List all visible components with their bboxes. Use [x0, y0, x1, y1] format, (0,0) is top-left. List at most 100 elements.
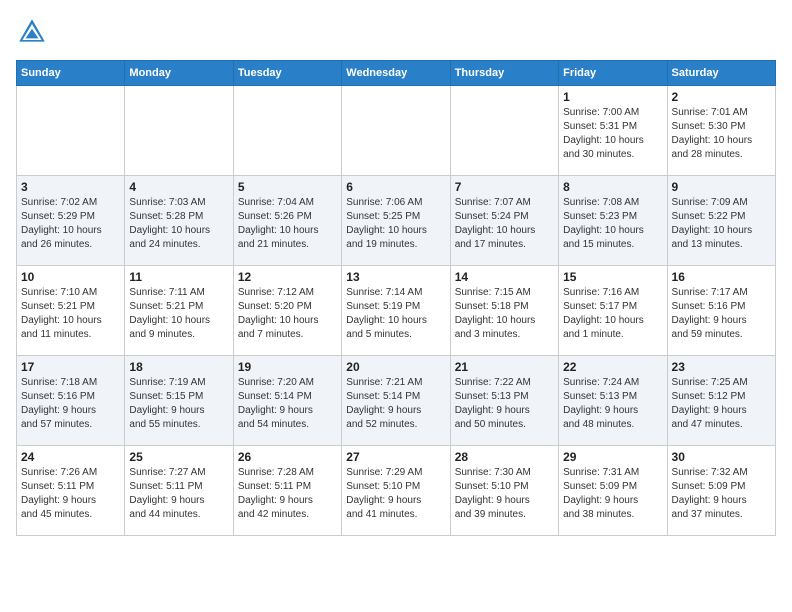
day-number: 5: [238, 180, 337, 194]
day-number: 8: [563, 180, 662, 194]
logo-icon: [16, 16, 48, 48]
day-info: Sunrise: 7:18 AM Sunset: 5:16 PM Dayligh…: [21, 376, 120, 432]
logo: [16, 16, 52, 48]
day-info: Sunrise: 7:04 AM Sunset: 5:26 PM Dayligh…: [238, 196, 337, 252]
day-info: Sunrise: 7:08 AM Sunset: 5:23 PM Dayligh…: [563, 196, 662, 252]
calendar-cell: 15 Sunrise: 7:16 AM Sunset: 5:17 PM Dayli…: [559, 266, 667, 356]
day-of-week-header: Wednesday: [342, 61, 450, 86]
day-of-week-header: Tuesday: [233, 61, 341, 86]
calendar-cell: 9 Sunrise: 7:09 AM Sunset: 5:22 PM Daylig…: [667, 176, 775, 266]
day-number: 19: [238, 360, 337, 374]
calendar-cell: 3 Sunrise: 7:02 AM Sunset: 5:29 PM Daylig…: [17, 176, 125, 266]
day-info: Sunrise: 7:06 AM Sunset: 5:25 PM Dayligh…: [346, 196, 445, 252]
day-of-week-header: Friday: [559, 61, 667, 86]
day-info: Sunrise: 7:27 AM Sunset: 5:11 PM Dayligh…: [129, 466, 228, 522]
calendar-cell: 27 Sunrise: 7:29 AM Sunset: 5:10 PM Dayli…: [342, 446, 450, 536]
day-info: Sunrise: 7:31 AM Sunset: 5:09 PM Dayligh…: [563, 466, 662, 522]
day-info: Sunrise: 7:02 AM Sunset: 5:29 PM Dayligh…: [21, 196, 120, 252]
day-info: Sunrise: 7:03 AM Sunset: 5:28 PM Dayligh…: [129, 196, 228, 252]
day-number: 7: [455, 180, 554, 194]
calendar-cell: 17 Sunrise: 7:18 AM Sunset: 5:16 PM Dayli…: [17, 356, 125, 446]
day-info: Sunrise: 7:22 AM Sunset: 5:13 PM Dayligh…: [455, 376, 554, 432]
day-number: 9: [672, 180, 771, 194]
day-info: Sunrise: 7:10 AM Sunset: 5:21 PM Dayligh…: [21, 286, 120, 342]
day-info: Sunrise: 7:07 AM Sunset: 5:24 PM Dayligh…: [455, 196, 554, 252]
day-info: Sunrise: 7:16 AM Sunset: 5:17 PM Dayligh…: [563, 286, 662, 342]
calendar-cell: 21 Sunrise: 7:22 AM Sunset: 5:13 PM Dayli…: [450, 356, 558, 446]
page-header: [16, 16, 776, 48]
day-info: Sunrise: 7:09 AM Sunset: 5:22 PM Dayligh…: [672, 196, 771, 252]
day-info: Sunrise: 7:30 AM Sunset: 5:10 PM Dayligh…: [455, 466, 554, 522]
day-info: Sunrise: 7:24 AM Sunset: 5:13 PM Dayligh…: [563, 376, 662, 432]
day-info: Sunrise: 7:26 AM Sunset: 5:11 PM Dayligh…: [21, 466, 120, 522]
calendar-cell: 26 Sunrise: 7:28 AM Sunset: 5:11 PM Dayli…: [233, 446, 341, 536]
day-number: 30: [672, 450, 771, 464]
calendar-cell: 18 Sunrise: 7:19 AM Sunset: 5:15 PM Dayli…: [125, 356, 233, 446]
day-number: 27: [346, 450, 445, 464]
day-number: 11: [129, 270, 228, 284]
calendar-cell: 20 Sunrise: 7:21 AM Sunset: 5:14 PM Dayli…: [342, 356, 450, 446]
day-info: Sunrise: 7:19 AM Sunset: 5:15 PM Dayligh…: [129, 376, 228, 432]
day-of-week-header: Sunday: [17, 61, 125, 86]
day-info: Sunrise: 7:29 AM Sunset: 5:10 PM Dayligh…: [346, 466, 445, 522]
day-number: 12: [238, 270, 337, 284]
calendar-table: SundayMondayTuesdayWednesdayThursdayFrid…: [16, 60, 776, 536]
calendar-cell: 24 Sunrise: 7:26 AM Sunset: 5:11 PM Dayli…: [17, 446, 125, 536]
calendar-cell: 11 Sunrise: 7:11 AM Sunset: 5:21 PM Dayli…: [125, 266, 233, 356]
calendar-cell: 23Sunrise: 7:25 AM Sunset: 5:12 PM Dayli…: [667, 356, 775, 446]
day-info: Sunrise: 7:32 AM Sunset: 5:09 PM Dayligh…: [672, 466, 771, 522]
day-number: 29: [563, 450, 662, 464]
day-number: 15: [563, 270, 662, 284]
calendar-cell: 1 Sunrise: 7:00 AM Sunset: 5:31 PM Daylig…: [559, 86, 667, 176]
calendar-cell: 6 Sunrise: 7:06 AM Sunset: 5:25 PM Daylig…: [342, 176, 450, 266]
day-number: 10: [21, 270, 120, 284]
day-info: Sunrise: 7:11 AM Sunset: 5:21 PM Dayligh…: [129, 286, 228, 342]
calendar-cell: 22 Sunrise: 7:24 AM Sunset: 5:13 PM Dayli…: [559, 356, 667, 446]
calendar-cell: 14 Sunrise: 7:15 AM Sunset: 5:18 PM Dayli…: [450, 266, 558, 356]
day-number: 21: [455, 360, 554, 374]
day-of-week-header: Monday: [125, 61, 233, 86]
day-number: 28: [455, 450, 554, 464]
day-number: 17: [21, 360, 120, 374]
calendar-cell: 19 Sunrise: 7:20 AM Sunset: 5:14 PM Dayli…: [233, 356, 341, 446]
day-number: 26: [238, 450, 337, 464]
calendar-cell: 28 Sunrise: 7:30 AM Sunset: 5:10 PM Dayli…: [450, 446, 558, 536]
day-info: Sunrise: 7:28 AM Sunset: 5:11 PM Dayligh…: [238, 466, 337, 522]
day-number: 13: [346, 270, 445, 284]
calendar-cell: [342, 86, 450, 176]
day-number: 24: [21, 450, 120, 464]
calendar-cell: 2 Sunrise: 7:01 AM Sunset: 5:30 PM Daylig…: [667, 86, 775, 176]
calendar-cell: 8 Sunrise: 7:08 AM Sunset: 5:23 PM Daylig…: [559, 176, 667, 266]
day-number: 14: [455, 270, 554, 284]
day-info: Sunrise: 7:15 AM Sunset: 5:18 PM Dayligh…: [455, 286, 554, 342]
day-info: Sunrise: 7:21 AM Sunset: 5:14 PM Dayligh…: [346, 376, 445, 432]
day-number: 2: [672, 90, 771, 104]
calendar-cell: 5 Sunrise: 7:04 AM Sunset: 5:26 PM Daylig…: [233, 176, 341, 266]
day-info: Sunrise: 7:17 AM Sunset: 5:16 PM Dayligh…: [672, 286, 771, 342]
day-number: 16: [672, 270, 771, 284]
day-info: Sunrise: 7:01 AM Sunset: 5:30 PM Dayligh…: [672, 106, 771, 162]
day-number: 20: [346, 360, 445, 374]
day-number: 6: [346, 180, 445, 194]
day-of-week-header: Thursday: [450, 61, 558, 86]
calendar-cell: 25 Sunrise: 7:27 AM Sunset: 5:11 PM Dayli…: [125, 446, 233, 536]
calendar-cell: 10 Sunrise: 7:10 AM Sunset: 5:21 PM Dayli…: [17, 266, 125, 356]
calendar-cell: 30 Sunrise: 7:32 AM Sunset: 5:09 PM Dayli…: [667, 446, 775, 536]
calendar-header: SundayMondayTuesdayWednesdayThursdayFrid…: [17, 61, 776, 86]
calendar-cell: 12Sunrise: 7:12 AM Sunset: 5:20 PM Dayli…: [233, 266, 341, 356]
day-number: 18: [129, 360, 228, 374]
calendar-cell: 4Sunrise: 7:03 AM Sunset: 5:28 PM Daylig…: [125, 176, 233, 266]
day-info: Sunrise: 7:25 AM Sunset: 5:12 PM Dayligh…: [672, 376, 771, 432]
calendar-cell: 29 Sunrise: 7:31 AM Sunset: 5:09 PM Dayli…: [559, 446, 667, 536]
day-number: 1: [563, 90, 662, 104]
calendar-cell: [17, 86, 125, 176]
day-number: 3: [21, 180, 120, 194]
day-info: Sunrise: 7:00 AM Sunset: 5:31 PM Dayligh…: [563, 106, 662, 162]
day-info: Sunrise: 7:20 AM Sunset: 5:14 PM Dayligh…: [238, 376, 337, 432]
calendar-cell: [450, 86, 558, 176]
calendar-cell: [233, 86, 341, 176]
day-number: 22: [563, 360, 662, 374]
day-number: 25: [129, 450, 228, 464]
calendar-cell: 16 Sunrise: 7:17 AM Sunset: 5:16 PM Dayli…: [667, 266, 775, 356]
calendar-cell: 13Sunrise: 7:14 AM Sunset: 5:19 PM Dayli…: [342, 266, 450, 356]
